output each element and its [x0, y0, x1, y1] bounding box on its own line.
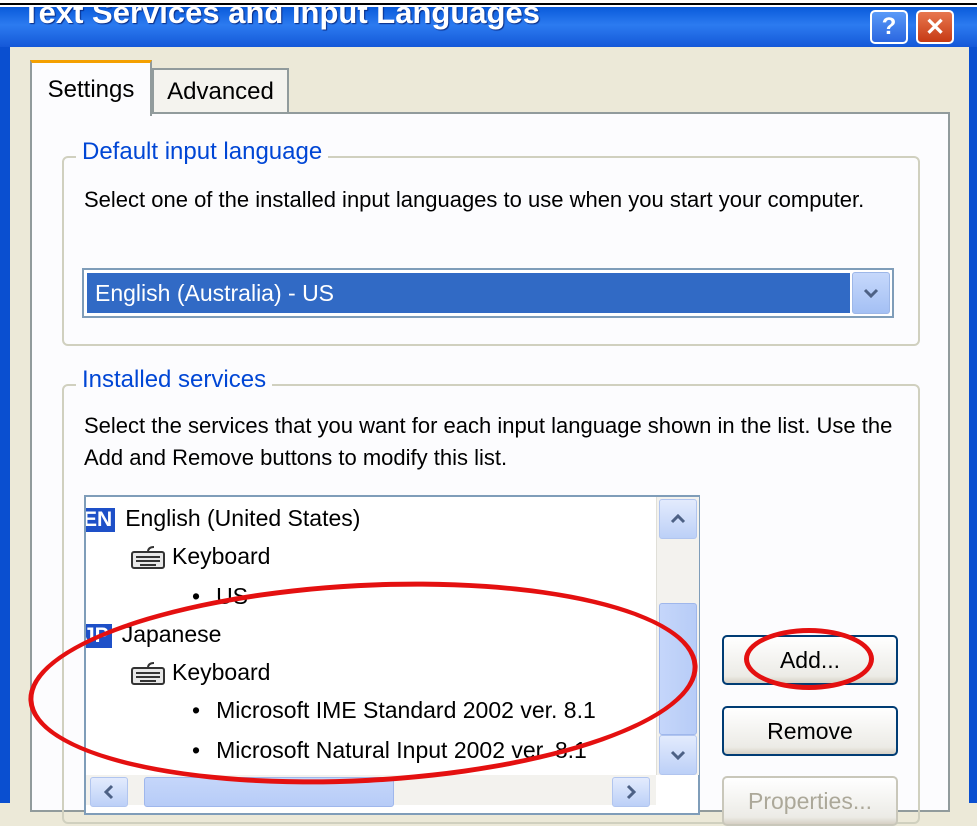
installed-services-description: Select the services that you want for ea… [84, 413, 893, 470]
list-item-label: Microsoft IME Standard 2002 ver. 8.1 [216, 697, 596, 723]
properties-button-label: Properties... [748, 787, 872, 814]
add-button-label: Add... [779, 646, 841, 673]
chevron-right-icon [626, 784, 636, 800]
vertical-scrollbar[interactable] [656, 497, 699, 775]
bullet: • [192, 583, 201, 609]
bullet: • [192, 737, 201, 763]
installed-services-list[interactable]: EN English (United States) Keyboard • US J… [84, 495, 700, 815]
chevron-down-icon [670, 750, 686, 760]
window-border-left [0, 47, 10, 803]
list-item-category[interactable]: Keyboard [130, 659, 270, 686]
remove-button[interactable]: Remove [722, 706, 898, 756]
keyboard-icon [131, 661, 165, 685]
close-icon: ✕ [924, 13, 946, 41]
tab-settings[interactable]: Settings [30, 60, 152, 116]
chevron-up-icon [670, 514, 686, 524]
list-item-service[interactable]: • US [192, 583, 248, 610]
list-item-label: US [216, 583, 249, 609]
properties-button[interactable]: Properties... [722, 776, 898, 826]
default-language-description: Select one of the installed input langua… [84, 187, 865, 212]
list-item-label: Keyboard [172, 659, 271, 685]
scroll-up-button[interactable] [659, 499, 697, 539]
list-item-label: English (United States) [125, 505, 361, 531]
close-button[interactable]: ✕ [916, 10, 954, 44]
tab-advanced-label: Advanced [167, 78, 274, 105]
list-item-service[interactable]: • Microsoft IME Standard 2002 ver. 8.1 [192, 697, 596, 724]
language-badge: JP [86, 624, 112, 648]
installed-services-legend: Installed services [76, 366, 273, 394]
chevron-left-icon [104, 784, 114, 800]
bullet: • [192, 697, 201, 723]
list-item-language[interactable]: JP Japanese [86, 621, 222, 648]
scroll-thumb[interactable] [659, 603, 697, 735]
chevron-down-icon [863, 288, 879, 298]
list-item-label: Microsoft Natural Input 2002 ver. 8.1 [216, 737, 587, 763]
window-border-right [969, 47, 977, 803]
tab-advanced[interactable]: Advanced [152, 68, 289, 114]
tab-settings-label: Settings [47, 75, 135, 103]
default-language-legend: Default input language [76, 138, 329, 166]
default-language-value: English (Australia) - US [87, 273, 850, 313]
list-item-service[interactable]: • Microsoft Natural Input 2002 ver. 8.1 [192, 737, 587, 764]
help-icon: ? [881, 13, 897, 40]
add-button[interactable]: Add... [722, 635, 898, 685]
horizontal-scrollbar[interactable] [86, 775, 656, 807]
list-item-language[interactable]: EN English (United States) [86, 505, 361, 532]
top-frame-line [0, 0, 977, 7]
help-button[interactable]: ? [870, 10, 908, 44]
remove-button-label: Remove [767, 717, 853, 744]
title-bar[interactable]: Text Services and Input Languages ? ✕ [0, 7, 977, 47]
language-badge: EN [86, 508, 116, 532]
scroll-down-button[interactable] [659, 735, 697, 775]
keyboard-icon [131, 545, 165, 569]
dropdown-button[interactable] [852, 272, 890, 314]
list-item-category[interactable]: Keyboard [130, 543, 270, 570]
list-item-label: Japanese [121, 621, 222, 647]
window-title: Text Services and Input Languages [22, 7, 540, 30]
default-language-select[interactable]: English (Australia) - US [82, 268, 894, 318]
list-item-label: Keyboard [172, 543, 271, 569]
